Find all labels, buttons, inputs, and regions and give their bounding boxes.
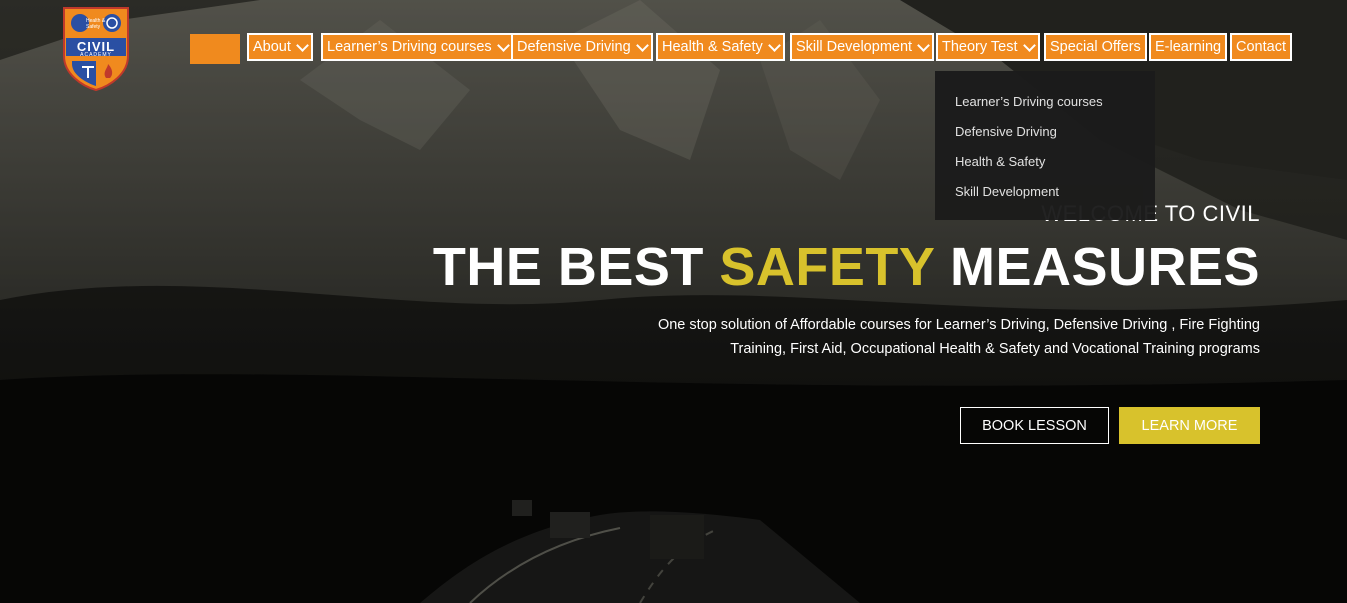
nav-about[interactable]: About [247,33,313,61]
headline-part2: MEASURES [934,237,1260,297]
hero-subtitle: One stop solution of Affordable courses … [640,313,1260,361]
civil-academy-logo[interactable]: Health & Safety CIVIL ACADEMY [60,6,132,92]
learn-more-button[interactable]: LEARN MORE [1119,407,1260,444]
chevron-down-icon [635,39,649,52]
subtitle-line-1: One stop solution of Affordable courses … [657,317,1260,333]
headline-part1: THE BEST [432,237,720,297]
logo-subtext: ACADEMY [80,52,112,58]
chevron-down-icon [1022,39,1036,52]
headline-highlight: SAFETY [719,237,935,297]
nav-learners-driving[interactable]: Learner’s Driving courses [321,33,514,61]
book-lesson-button[interactable]: BOOK LESSON [960,407,1109,444]
nav-health-safety[interactable]: Health & Safety [656,33,785,61]
nav-contact[interactable]: Contact [1230,33,1292,61]
chevron-down-icon [767,39,781,52]
dropdown-item-learners-driving[interactable]: Learner’s Driving courses [955,94,1103,109]
dropdown-item-health-safety[interactable]: Health & Safety [955,154,1045,169]
logo-top-text: Health & Safety [86,18,106,30]
nav-e-learning[interactable]: E-learning [1149,33,1228,61]
nav-defensive-driving[interactable]: Defensive Driving [511,33,653,61]
chevron-down-icon [296,39,309,52]
nav-home[interactable] [190,34,240,64]
dropdown-item-skill-development[interactable]: Skill Development [955,184,1059,199]
nav-skill-development[interactable]: Skill Development [790,33,935,61]
dropdown-item-defensive-driving[interactable]: Defensive Driving [955,124,1057,139]
chevron-down-icon [917,39,930,52]
nav-theory-test[interactable]: Theory Test [936,33,1040,61]
hero-headline: THE BEST SAFETY MEASURES [433,236,1260,298]
theory-test-dropdown-menu: Learner’s Driving courses Defensive Driv… [935,71,1155,220]
subtitle-line-2: Training, First Aid, Occupational Health… [730,341,1260,357]
chevron-down-icon [496,39,510,52]
nav-special-offers[interactable]: Special Offers [1044,33,1147,61]
